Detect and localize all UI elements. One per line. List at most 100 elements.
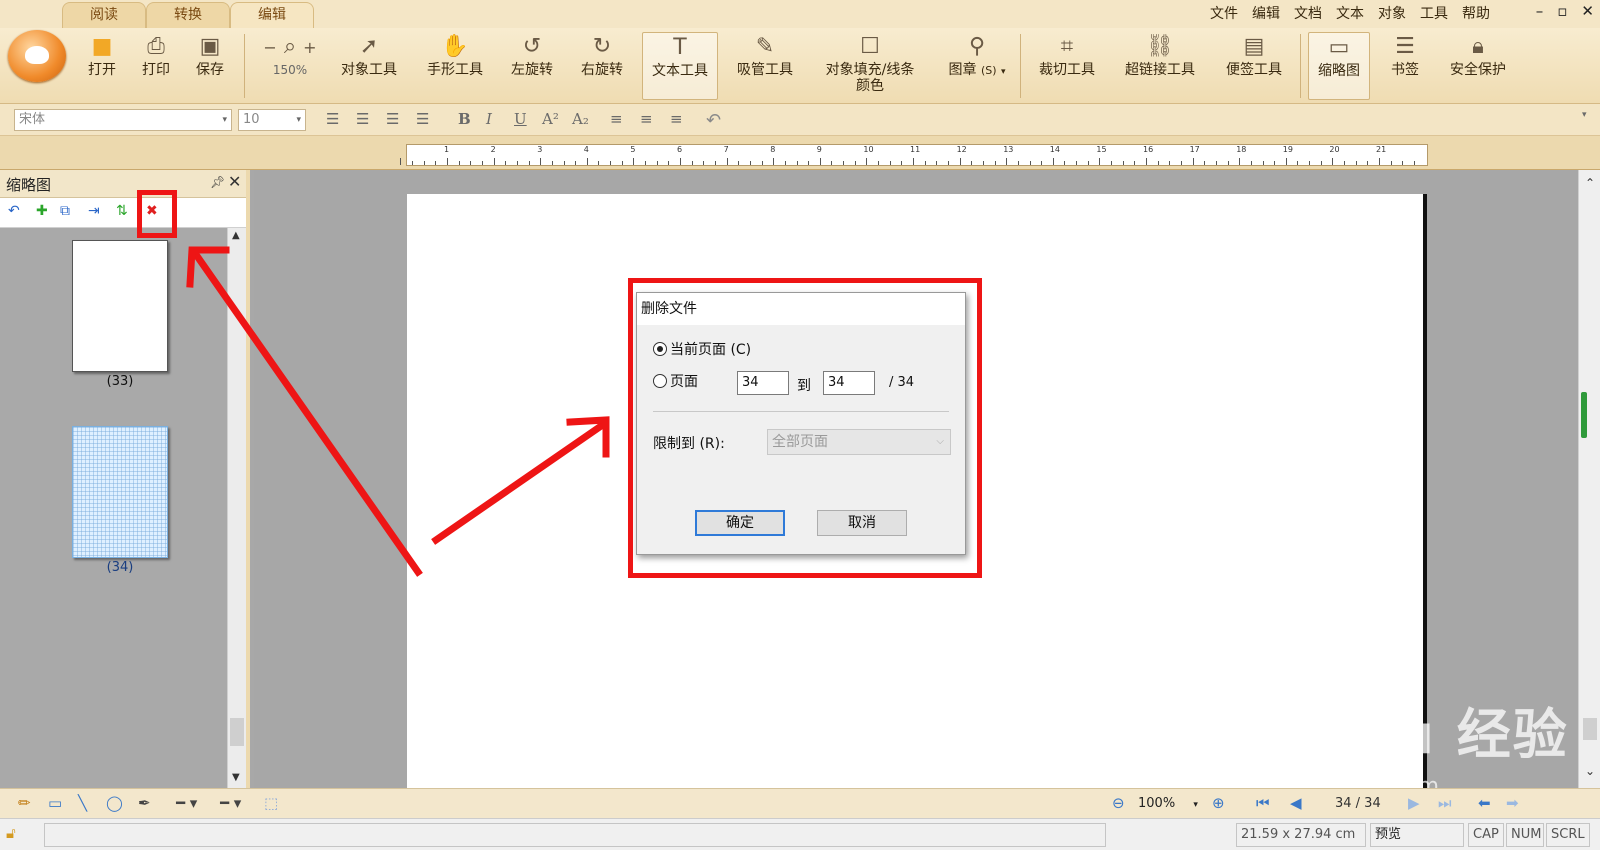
replace-page-icon[interactable]: ⇅	[116, 203, 128, 219]
menu-tools[interactable]: 工具	[1420, 3, 1448, 23]
ruler-tick	[400, 158, 402, 165]
open-button[interactable]: ■ 打开	[80, 32, 124, 100]
page-thumbnail-33[interactable]	[72, 240, 168, 372]
pencil-icon[interactable]: ✏	[18, 794, 31, 812]
ruler-tick	[470, 161, 472, 165]
app-logo[interactable]	[8, 30, 66, 82]
text-tool-button[interactable]: T 文本工具	[642, 32, 718, 100]
magnifier-icon[interactable]: ⌕	[284, 34, 296, 59]
scroll-down-icon[interactable]: ⌄	[1585, 764, 1595, 778]
close-panel-icon[interactable]: ✕	[228, 172, 241, 191]
rotate-left-button[interactable]: ↺ 左旋转	[504, 32, 560, 100]
line-spacing-icon[interactable]: ≡	[610, 110, 623, 128]
underline-icon[interactable]: U	[514, 110, 527, 128]
security-button[interactable]: 🔒︎ 安全保护	[1438, 32, 1518, 100]
tab-convert[interactable]: 转换	[146, 2, 230, 28]
italic-icon[interactable]: I	[486, 110, 492, 128]
align-center-icon[interactable]: ☰	[356, 110, 369, 128]
minimize-button[interactable]: –	[1536, 2, 1544, 20]
zoom-out-icon[interactable]: ⊖	[1112, 794, 1125, 812]
insert-page-icon[interactable]: ✚	[36, 203, 48, 219]
first-page-icon[interactable]: ⏮	[1256, 794, 1270, 812]
menu-file[interactable]: 文件	[1210, 3, 1238, 23]
title-bar: 阅读 转换 编辑 文件 编辑 文档 文本 对象 工具 帮助 – ▫ ✕	[0, 0, 1600, 28]
last-page-icon[interactable]: ⏭	[1438, 794, 1452, 812]
dropdown-arrow-icon: ▾	[222, 115, 227, 125]
scroll-thumb[interactable]	[1583, 718, 1597, 740]
hand-tool-button[interactable]: ✋ 手形工具	[420, 32, 490, 100]
zoom-out-icon[interactable]: −	[263, 38, 276, 57]
line-width-icon[interactable]: ━ ▾	[220, 794, 241, 812]
rotate-right-button[interactable]: ↻ 右旋转	[574, 32, 630, 100]
menu-object[interactable]: 对象	[1378, 3, 1406, 23]
document-scrollbar[interactable]: ⌃ ⌄	[1578, 170, 1600, 788]
object-tool-button[interactable]: ➚ 对象工具	[334, 32, 404, 100]
thumbnails-button[interactable]: ▭ 缩略图	[1308, 32, 1370, 100]
scroll-down-icon[interactable]: ▼	[232, 772, 240, 783]
status-message	[44, 823, 1106, 847]
eyedropper-tool-button[interactable]: ✎ 吸管工具	[730, 32, 800, 100]
pen-icon[interactable]: ✒	[138, 794, 151, 812]
print-button[interactable]: ⎙ 打印	[134, 32, 178, 100]
fill-stroke-color-button[interactable]: ☐ 对象填充/线条 颜色	[816, 32, 924, 100]
delete-icon-highlight	[137, 190, 177, 238]
zoom-in-icon[interactable]: ⊕	[1212, 794, 1225, 812]
font-family-select[interactable]: 宋体 ▾	[14, 109, 232, 131]
zoom-select[interactable]: 100% ▾	[1138, 793, 1208, 815]
bookmarks-button[interactable]: ☰ 书签	[1380, 32, 1430, 100]
save-button[interactable]: ▣ 保存	[188, 32, 232, 100]
back-icon[interactable]: ⬅	[1478, 794, 1491, 812]
ruler-tick	[889, 161, 891, 165]
unlock-icon[interactable]: 🔓︎	[6, 824, 16, 842]
scroll-up-icon[interactable]: ▲	[232, 230, 240, 241]
ruler-tick	[1250, 161, 1252, 165]
page-indicator[interactable]: 34 / 34	[1335, 796, 1381, 811]
forward-icon[interactable]: ➡	[1506, 794, 1519, 812]
thumbnail-scrollbar[interactable]: ▲ ▼	[227, 228, 246, 788]
superscript-icon[interactable]: A²	[542, 110, 559, 128]
tab-read[interactable]: 阅读	[62, 2, 146, 28]
stamp-button[interactable]: ⚲ 图章 (S) ▾	[940, 32, 1014, 100]
rotate-page-icon[interactable]: ↶	[8, 203, 20, 219]
paragraph-spacing-icon[interactable]: ≡	[640, 110, 653, 128]
rectangle-icon[interactable]: ▭	[48, 794, 62, 812]
hyperlink-tool-button[interactable]: ⛓ 超链接工具	[1118, 32, 1202, 100]
close-button[interactable]: ✕	[1581, 2, 1594, 20]
zoom-in-icon[interactable]: +	[303, 38, 316, 57]
insert-from-file-icon[interactable]: ⧉	[60, 203, 70, 219]
scroll-lock-indicator: SCRL	[1546, 823, 1590, 847]
marquee-icon[interactable]: ⬚	[264, 794, 278, 812]
scroll-up-icon[interactable]: ⌃	[1585, 176, 1595, 190]
subscript-icon[interactable]: A₂	[572, 110, 589, 128]
ruler-tick	[1332, 158, 1334, 165]
align-left-icon[interactable]: ☰	[326, 110, 339, 128]
next-page-icon[interactable]: ▶	[1408, 794, 1420, 812]
align-right-icon[interactable]: ☰	[386, 110, 399, 128]
scroll-thumb[interactable]	[230, 718, 244, 746]
line-style-icon[interactable]: ━ ▾	[176, 794, 197, 812]
align-justify-icon[interactable]: ☰	[416, 110, 429, 128]
page-thumbnail-34[interactable]	[72, 426, 168, 558]
ruler-tick	[1087, 161, 1089, 165]
tab-edit[interactable]: 编辑	[230, 2, 314, 28]
horizontal-ruler[interactable]: 1 2 3 4 5 6 7 8 9 10 11 12 13 14 15 16 17 18 19 20 21	[400, 144, 1428, 166]
pin-icon[interactable]: 📌︎	[210, 175, 225, 189]
menu-help[interactable]: 帮助	[1462, 3, 1490, 23]
hand-icon: ✋	[441, 34, 469, 59]
line-icon[interactable]: ╲	[78, 794, 87, 812]
indent-icon[interactable]: ≡	[670, 110, 683, 128]
prev-page-icon[interactable]: ◀	[1290, 794, 1302, 812]
bold-icon[interactable]: B	[458, 110, 471, 128]
font-size-select[interactable]: 10 ▾	[238, 109, 306, 131]
undo-icon[interactable]: ↶	[706, 110, 721, 131]
maximize-button[interactable]: ▫	[1557, 2, 1567, 20]
overflow-arrow-icon[interactable]: ▾	[1582, 110, 1587, 120]
ellipse-icon[interactable]: ◯	[106, 794, 123, 812]
crop-tool-button[interactable]: ⌗ 裁切工具	[1032, 32, 1102, 100]
extract-page-icon[interactable]: ⇥	[88, 203, 100, 219]
menu-edit[interactable]: 编辑	[1252, 3, 1280, 23]
note-tool-button[interactable]: ▤ 便签工具	[1218, 32, 1290, 100]
ruler-tick	[749, 161, 751, 165]
menu-text[interactable]: 文本	[1336, 3, 1364, 23]
menu-document[interactable]: 文档	[1294, 3, 1322, 23]
